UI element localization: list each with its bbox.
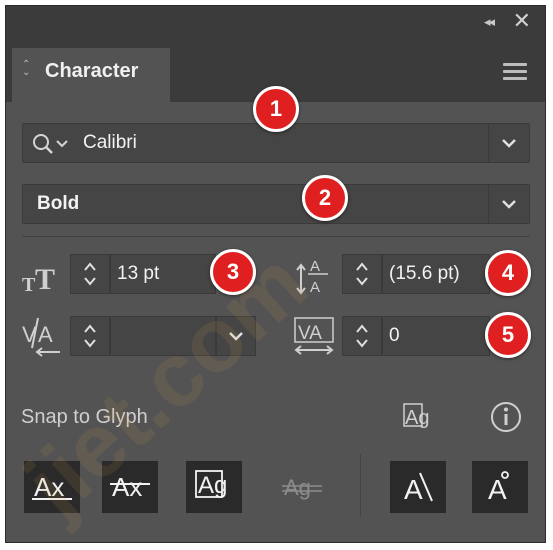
snap-angular-guides-button[interactable]: A <box>390 461 446 513</box>
snap-x-height-button[interactable]: Ax <box>102 461 158 513</box>
kerning-icon: V A <box>20 314 68 363</box>
font-size-stepper[interactable] <box>70 254 110 294</box>
leading-stepper[interactable] <box>342 254 382 294</box>
leading-icon: A A <box>294 254 338 303</box>
chevron-down-icon[interactable] <box>488 185 529 223</box>
font-size-icon: T T <box>20 259 68 300</box>
font-style-value: Bold <box>37 193 80 214</box>
svg-text:A: A <box>38 322 53 347</box>
snap-baseline-button[interactable]: Ax <box>24 461 80 513</box>
font-size-input[interactable]: 13 pt <box>110 254 216 294</box>
svg-text:A: A <box>310 258 320 275</box>
callout-badge-4: 4 <box>485 250 531 296</box>
panel-menu-icon[interactable] <box>503 63 527 84</box>
divider <box>360 454 361 516</box>
svg-text:A: A <box>310 279 320 296</box>
snap-anchor-point-button[interactable]: A <box>472 461 528 513</box>
glyph-guides-icon[interactable]: Ag <box>402 400 444 441</box>
tracking-input[interactable]: 0 <box>382 316 490 356</box>
svg-text:Ag: Ag <box>405 407 429 429</box>
font-style-dropdown[interactable]: Bold <box>22 184 530 224</box>
svg-text:Ax: Ax <box>112 472 142 502</box>
close-icon[interactable]: ✕ <box>513 8 531 34</box>
tracking-stepper[interactable] <box>342 316 382 356</box>
leading-input[interactable]: (15.6 pt) <box>382 254 490 294</box>
collapse-icon[interactable]: ◂◂ <box>484 14 495 30</box>
info-icon[interactable] <box>489 400 523 439</box>
font-family-value: Calibri <box>83 132 137 153</box>
snap-to-glyph-label: Snap to Glyph <box>21 406 148 428</box>
snap-glyph-bounds-button[interactable]: Ag <box>186 461 242 513</box>
kerning-dropdown-button[interactable] <box>216 316 256 356</box>
svg-text:Ax: Ax <box>34 472 64 502</box>
kerning-input[interactable] <box>110 316 216 356</box>
tracking-icon: VA <box>292 314 340 363</box>
callout-badge-3: 3 <box>210 249 256 295</box>
svg-text:T: T <box>35 263 55 295</box>
tab-character[interactable]: ⌃ ⌄ Character <box>12 48 170 103</box>
svg-text:T: T <box>22 274 36 295</box>
panel-titlebar: ◂◂ ✕ <box>6 6 545 38</box>
kerning-stepper[interactable] <box>70 316 110 356</box>
callout-badge-1: 1 <box>253 86 299 132</box>
callout-badge-2: 2 <box>302 175 348 221</box>
svg-text:A: A <box>404 474 423 505</box>
chevron-down-icon <box>229 332 243 341</box>
svg-text:VA: VA <box>298 323 322 344</box>
svg-text:Ag: Ag <box>284 475 311 500</box>
tab-label: Character <box>45 60 139 82</box>
svg-text:Ag: Ag <box>198 472 227 499</box>
callout-badge-5: 5 <box>485 312 531 358</box>
chevron-down-icon[interactable] <box>488 124 529 162</box>
search-icon[interactable] <box>31 131 73 162</box>
reorder-icon: ⌃ ⌄ <box>22 59 31 78</box>
snap-proximity-guides-button[interactable]: Ag <box>274 461 330 513</box>
divider <box>22 236 530 237</box>
